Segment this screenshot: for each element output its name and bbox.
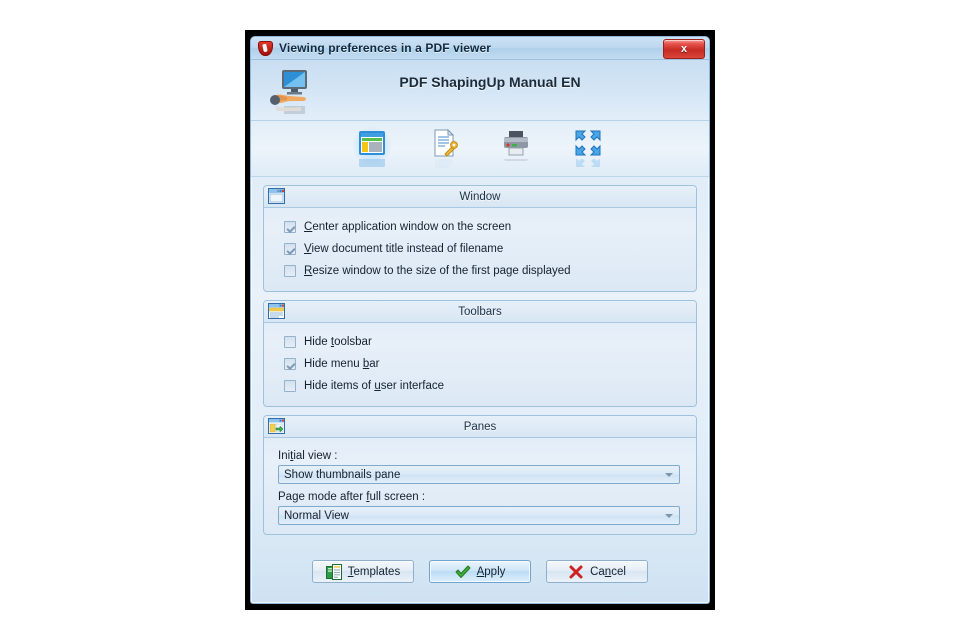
group-panes-header: Panes bbox=[264, 416, 696, 438]
fullscreen-expand-icon bbox=[573, 128, 603, 158]
group-window-body: Center application window on the screen … bbox=[264, 208, 696, 291]
checkbox-hide-menu-bar[interactable] bbox=[284, 358, 296, 370]
cancel-button-label: Cancel bbox=[590, 565, 626, 578]
group-window: Window Center application window on the … bbox=[263, 185, 697, 292]
apply-button[interactable]: Apply bbox=[429, 560, 531, 583]
checkbox-hide-toolsbar[interactable] bbox=[284, 336, 296, 348]
combobox-initial-view[interactable]: Show thumbnails pane bbox=[278, 465, 680, 484]
checkbox-view-document-title[interactable] bbox=[284, 243, 296, 255]
document-settings-icon bbox=[429, 128, 459, 158]
checkbox-label-hide-menu-bar: Hide menu bar bbox=[304, 358, 380, 370]
checkbox-label-hide-toolsbar: Hide toolsbar bbox=[304, 336, 372, 348]
templates-button-label: Templates bbox=[347, 565, 401, 578]
panes-icon bbox=[268, 418, 285, 434]
group-toolbars: Toolbars Hide toolsbar Hide menu bar Hid… bbox=[263, 300, 697, 407]
printer-icon bbox=[501, 128, 531, 158]
chevron-down-icon[interactable] bbox=[665, 473, 673, 477]
combobox-page-mode-value: Normal View bbox=[284, 509, 349, 522]
printer-icon-reflection bbox=[501, 158, 531, 170]
templates-icon bbox=[325, 563, 342, 580]
label-page-mode: Page mode after full screen : bbox=[278, 491, 426, 503]
cancel-button[interactable]: Cancel bbox=[546, 560, 648, 583]
checkbox-row-hide-menu-bar[interactable]: Hide menu bar bbox=[264, 353, 696, 375]
apply-button-label: Apply bbox=[476, 565, 506, 578]
close-button[interactable]: x bbox=[663, 39, 705, 59]
document-settings-icon-reflection bbox=[429, 158, 459, 170]
group-window-header: Window bbox=[264, 186, 696, 208]
preferences-dialog: Viewing preferences in a PDF viewer x PD… bbox=[250, 36, 710, 604]
group-panes-body: Initial view : Show thumbnails pane Page… bbox=[264, 438, 696, 534]
checkbox-label-view-document-title: View document title instead of filename bbox=[304, 243, 504, 255]
combobox-initial-view-value: Show thumbnails pane bbox=[284, 468, 401, 481]
checkbox-row-center-window[interactable]: Center application window on the screen bbox=[264, 216, 696, 238]
checkbox-hide-ui-items[interactable] bbox=[284, 380, 296, 392]
chevron-down-icon[interactable] bbox=[665, 514, 673, 518]
document-header: PDF ShapingUp Manual EN bbox=[251, 60, 709, 121]
window-icon bbox=[268, 188, 285, 204]
combobox-page-mode[interactable]: Normal View bbox=[278, 506, 680, 525]
checkbox-row-view-document-title[interactable]: View document title instead of filename bbox=[264, 238, 696, 260]
toolbar-button-window-layout[interactable] bbox=[350, 126, 394, 171]
icon-toolbar bbox=[251, 121, 709, 177]
group-toolbars-header: Toolbars bbox=[264, 301, 696, 323]
fullscreen-expand-icon-reflection bbox=[573, 158, 603, 170]
toolbars-icon bbox=[268, 303, 285, 319]
checkbox-center-window[interactable] bbox=[284, 221, 296, 233]
dialog-button-bar: Templates Apply Cancel bbox=[251, 560, 709, 583]
shield-icon bbox=[258, 40, 273, 56]
checkbox-row-hide-ui-items[interactable]: Hide items of user interface bbox=[264, 375, 696, 397]
checkbox-label-hide-ui-items: Hide items of user interface bbox=[304, 380, 444, 392]
label-initial-view: Initial view : bbox=[278, 450, 338, 462]
green-check-icon bbox=[455, 564, 471, 580]
toolbar-button-printer[interactable] bbox=[494, 127, 538, 171]
templates-button[interactable]: Templates bbox=[312, 560, 414, 583]
red-x-icon bbox=[568, 564, 584, 580]
checkbox-row-hide-toolsbar[interactable]: Hide toolsbar bbox=[264, 331, 696, 353]
checkbox-label-center-window: Center application window on the screen bbox=[304, 221, 512, 233]
window-layout-icon bbox=[357, 128, 387, 158]
window-title: Viewing preferences in a PDF viewer bbox=[279, 41, 492, 55]
group-panes: Panes Initial view : Show thumbnails pan… bbox=[263, 415, 697, 535]
window-layout-icon-reflection bbox=[357, 158, 387, 170]
checkbox-label-resize-window: Resize window to the size of the first p… bbox=[304, 265, 571, 277]
document-title: PDF ShapingUp Manual EN bbox=[399, 74, 581, 90]
close-icon: x bbox=[680, 42, 688, 55]
toolbar-button-fullscreen-expand[interactable] bbox=[566, 127, 610, 171]
checkbox-resize-window[interactable] bbox=[284, 265, 296, 277]
checkbox-row-resize-window[interactable]: Resize window to the size of the first p… bbox=[264, 260, 696, 282]
toolbar-button-document-settings[interactable] bbox=[422, 127, 466, 171]
group-panes-title: Panes bbox=[463, 420, 497, 433]
title-bar: Viewing preferences in a PDF viewer x bbox=[251, 37, 709, 60]
group-toolbars-title: Toolbars bbox=[458, 305, 502, 318]
group-window-title: Window bbox=[459, 190, 501, 203]
group-toolbars-body: Hide toolsbar Hide menu bar Hide items o… bbox=[264, 323, 696, 406]
